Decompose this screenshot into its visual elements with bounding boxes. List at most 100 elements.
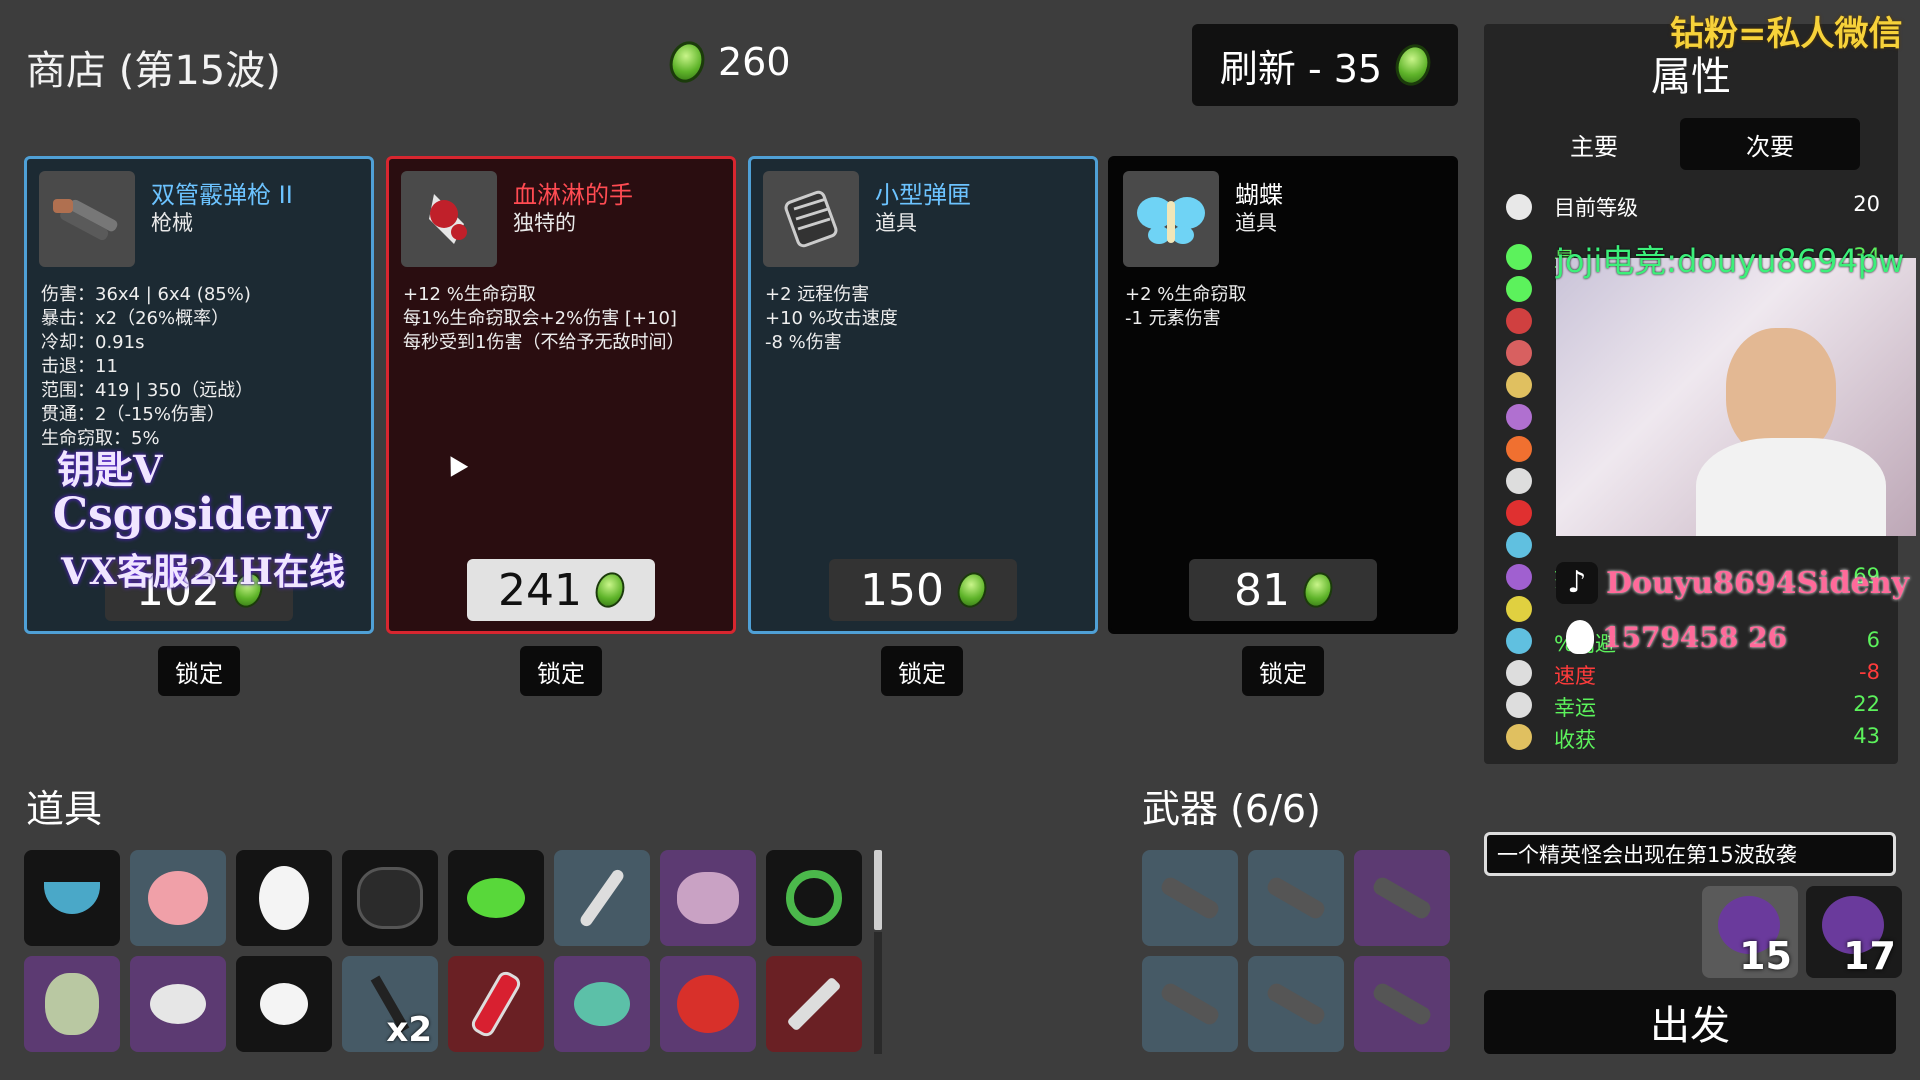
- weapons-title: 武器 (6/6): [1142, 787, 1321, 831]
- gold-amount: 260: [718, 40, 791, 84]
- items-scrollbar[interactable]: [874, 850, 882, 930]
- egg-face-icon[interactable]: [236, 850, 332, 946]
- shotgun-icon[interactable]: [1248, 956, 1344, 1052]
- shop-title: 商店 (第15波): [26, 48, 281, 94]
- stat-label: 幸运: [1554, 696, 1596, 720]
- lock-button[interactable]: 锁定: [1242, 646, 1324, 696]
- slime-icon[interactable]: [448, 850, 544, 946]
- melee-icon: [1506, 372, 1532, 398]
- items-scrollbar-track: [874, 932, 882, 1054]
- card-stats: +12 %生命窃取 每1%生命窃取会+2%伤害 [+10] 每秒受到1伤害（不给…: [403, 283, 684, 355]
- brain-icon[interactable]: [660, 850, 756, 946]
- stat-label: 速度: [1554, 664, 1596, 688]
- gold-counter: 260: [664, 36, 791, 88]
- stat-line: 击退：11: [41, 356, 118, 377]
- card-name: 双管霰弹枪 II: [151, 181, 293, 209]
- item-quantity: x2: [386, 1010, 432, 1050]
- stat-value: 43: [1853, 724, 1880, 748]
- card-stats: +2 远程伤害 +10 %攻击速度 -8 %伤害: [765, 283, 898, 355]
- streamer-webcam: [1556, 258, 1916, 536]
- mouse-icon[interactable]: [130, 956, 226, 1052]
- stat-value: 6: [1866, 628, 1880, 652]
- shotgun-icon[interactable]: [1354, 850, 1450, 946]
- shop-card-butterfly[interactable]: 蝴蝶 道具 +2 %生命窃取 -1 元素伤害 81: [1108, 156, 1458, 634]
- wave-number: 17: [1843, 934, 1896, 978]
- stat-line: +2 %生命窃取: [1125, 284, 1247, 305]
- shop-card-bloody-hand[interactable]: 血淋淋的手 独特的 +12 %生命窃取 每1%生命窃取会+2%伤害 [+10] …: [386, 156, 736, 634]
- card-stats: 伤害：36x4 | 6x4 (85%) 暴击：x2（26%概率） 冷却：0.91…: [41, 283, 253, 451]
- stat-line: 范围：419 | 350（远战）: [41, 380, 254, 401]
- promo-watermark: Csgosideny: [53, 489, 331, 540]
- buy-price-button[interactable]: 241: [467, 559, 655, 621]
- syringe-icon[interactable]: [766, 956, 862, 1052]
- stat-value: 22: [1853, 692, 1880, 716]
- lock-button[interactable]: 锁定: [158, 646, 240, 696]
- tab-primary[interactable]: 主要: [1504, 118, 1684, 170]
- shop-card-small-magazine[interactable]: 小型弹匣 道具 +2 远程伤害 +10 %攻击速度 -8 %伤害 150: [748, 156, 1098, 634]
- promo-banner: 钻粉=私人微信: [1670, 14, 1903, 54]
- elite-enemy-portrait: 17: [1806, 886, 1902, 978]
- go-button[interactable]: 出发: [1484, 990, 1896, 1054]
- stat-row: 速度 -8: [1554, 660, 1880, 690]
- pig-icon[interactable]: [130, 850, 226, 946]
- tomato-icon[interactable]: [660, 956, 756, 1052]
- shotgun-icon[interactable]: [1354, 956, 1450, 1052]
- mummy-icon[interactable]: [24, 956, 120, 1052]
- buy-price-button[interactable]: 81: [1189, 559, 1377, 621]
- speed-icon: [1506, 660, 1532, 686]
- material-gem-icon: [1390, 39, 1436, 91]
- crit-icon: [1506, 500, 1532, 526]
- lock-button[interactable]: 锁定: [881, 646, 963, 696]
- coal-icon[interactable]: [342, 850, 438, 946]
- vial-icon[interactable]: [448, 956, 544, 1052]
- stat-line: 暴击：x2（26%概率）: [41, 308, 230, 329]
- wave-notice: 一个精英怪会出现在第15波敌袭: [1484, 832, 1896, 876]
- soup-bowl-icon[interactable]: [24, 850, 120, 946]
- card-name: 血淋淋的手: [513, 181, 633, 209]
- magazine-icon: [763, 171, 859, 267]
- stat-line: 冷却：0.91s: [41, 332, 145, 353]
- tab-secondary[interactable]: 次要: [1680, 118, 1860, 170]
- lamp-icon[interactable]: x2: [342, 956, 438, 1052]
- stat-value: 20: [1853, 192, 1880, 216]
- shotgun-icon[interactable]: [1248, 850, 1344, 946]
- card-type: 独特的: [513, 211, 576, 235]
- promo-watermark: 钥匙V: [57, 447, 163, 492]
- harvesting-icon: [1506, 724, 1532, 750]
- card-name: 小型弹匣: [875, 181, 971, 209]
- snake-icon[interactable]: [766, 850, 862, 946]
- items-title: 道具: [26, 787, 103, 831]
- qq-penguin-icon: [1566, 620, 1594, 654]
- material-gem-icon: [953, 568, 991, 612]
- material-gem-icon: [664, 36, 710, 88]
- qq-id: 1579458 26: [1602, 620, 1788, 654]
- stat-label: 收获: [1554, 728, 1596, 752]
- bloody-hand-icon: [401, 171, 497, 267]
- buy-price-button[interactable]: 150: [829, 559, 1017, 621]
- scepter-icon[interactable]: [554, 850, 650, 946]
- heart-icon: [1506, 244, 1532, 270]
- range-icon: [1506, 564, 1532, 590]
- ranged-icon: [1506, 404, 1532, 430]
- douyin-id: Douyu8694Sideny: [1606, 565, 1909, 601]
- refresh-button[interactable]: 刷新 - 35: [1192, 24, 1458, 106]
- tiktok-icon: ♪: [1556, 562, 1598, 604]
- stat-line: 每1%生命窃取会+2%伤害 [+10]: [403, 308, 677, 329]
- white-egg-icon[interactable]: [236, 956, 332, 1052]
- lifesteal-icon: [1506, 308, 1532, 334]
- lock-button[interactable]: 锁定: [520, 646, 602, 696]
- shotgun-icon[interactable]: [1142, 956, 1238, 1052]
- level-icon: [1506, 194, 1532, 220]
- stat-value: -8: [1859, 660, 1880, 684]
- material-gem-icon: [1299, 568, 1337, 612]
- mouse-cursor-icon: [441, 451, 469, 477]
- price-value: 241: [498, 564, 582, 616]
- shop-card-shotgun[interactable]: 双管霰弹枪 II 枪械 伤害：36x4 | 6x4 (85%) 暴击：x2（26…: [24, 156, 374, 634]
- shotgun-icon[interactable]: [1142, 850, 1238, 946]
- stat-line: 伤害：36x4 | 6x4 (85%): [41, 284, 251, 305]
- stat-row-level: 目前等级 20: [1554, 192, 1880, 222]
- chameleon-icon[interactable]: [554, 956, 650, 1052]
- card-stats: +2 %生命窃取 -1 元素伤害: [1125, 283, 1246, 331]
- card-type: 道具: [875, 211, 917, 235]
- stat-row: 收获 43: [1554, 724, 1880, 754]
